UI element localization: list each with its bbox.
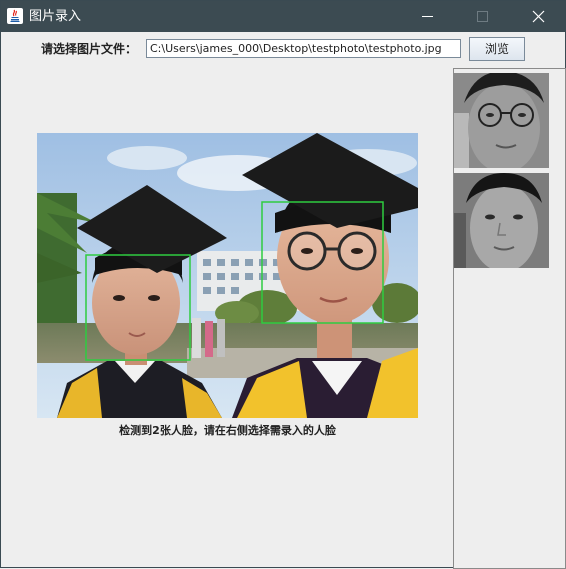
minimize-icon [422, 16, 433, 17]
face-thumbnail-1[interactable] [454, 73, 549, 168]
app-window: 图片录入 请选择图片文件： C:\Users\james_000\Desktop… [0, 0, 566, 569]
window-title: 图片录入 [29, 9, 82, 24]
file-path-field[interactable]: C:\Users\james_000\Desktop\testphoto\tes… [146, 39, 461, 58]
maximize-icon [477, 11, 488, 22]
title-bar[interactable]: 图片录入 [1, 1, 565, 32]
close-icon [532, 10, 545, 23]
face-thumbnail-2[interactable] [454, 173, 549, 268]
close-button[interactable] [515, 1, 561, 32]
graduation-photo-image [37, 133, 418, 418]
detection-caption: 检测到2张人脸，请在右侧选择需录入的人脸 [119, 424, 336, 437]
browse-button[interactable]: 浏览 [469, 37, 525, 61]
face-2-image [454, 173, 549, 268]
maximize-button[interactable] [459, 1, 505, 32]
face-1-image [454, 73, 549, 168]
detected-faces-panel [453, 68, 566, 569]
java-app-icon [7, 8, 23, 24]
file-label: 请选择图片文件： [41, 42, 138, 56]
photo-preview [37, 133, 418, 418]
minimize-button[interactable] [404, 1, 450, 32]
